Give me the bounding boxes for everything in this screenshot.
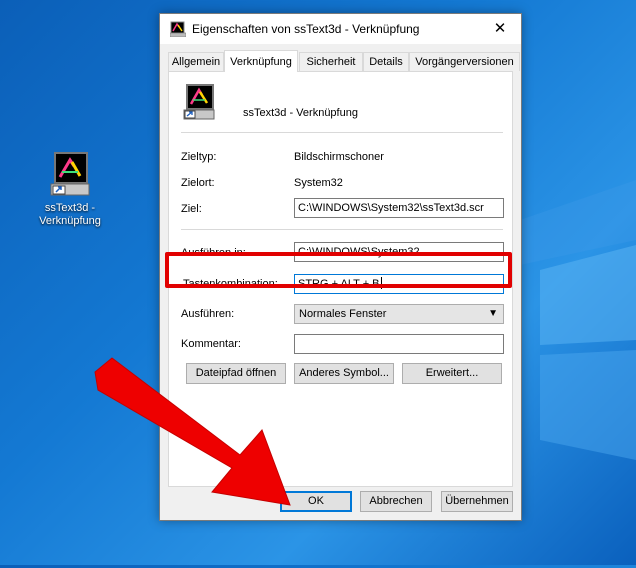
screensaver-monitor-icon xyxy=(50,152,90,198)
dialog-titlebar[interactable]: Eigenschaften von ssText3d - Verknüpfung… xyxy=(160,14,521,44)
apply-button[interactable]: Übernehmen xyxy=(441,491,513,512)
desktop-icon-label: ssText3d - Verknüpfung xyxy=(39,202,101,227)
close-icon[interactable]: ✕ xyxy=(479,14,521,44)
separator xyxy=(181,229,503,230)
change-icon-button[interactable]: Anderes Symbol... xyxy=(294,363,394,384)
tab-verknuepfung[interactable]: Verknüpfung xyxy=(224,50,298,72)
shortcut-name: ssText3d - Verknüpfung xyxy=(243,107,358,119)
cancel-button[interactable]: Abbrechen xyxy=(360,491,432,512)
ausfuehren-select[interactable]: Normales Fenster ▼ xyxy=(294,304,504,324)
shortcut-screensaver-icon xyxy=(183,84,215,120)
ausfuehren-selected-value: Normales Fenster xyxy=(299,308,387,320)
app-screensaver-icon xyxy=(169,21,187,38)
tab-vorgaengerversionen[interactable]: Vorgängerversionen xyxy=(409,52,520,71)
kommentar-input[interactable] xyxy=(294,334,504,354)
zieltyp-label: Zieltyp: xyxy=(181,151,217,163)
ausfuehren-label: Ausführen: xyxy=(181,308,235,320)
chevron-down-icon: ▼ xyxy=(488,308,498,319)
open-file-location-button[interactable]: Dateipfad öffnen xyxy=(186,363,286,384)
tab-sicherheit[interactable]: Sicherheit xyxy=(299,52,363,71)
separator xyxy=(181,132,503,133)
zieltyp-value: Bildschirmschoner xyxy=(294,151,384,163)
advanced-button[interactable]: Erweitert... xyxy=(402,363,502,384)
zielort-value: System32 xyxy=(294,177,343,189)
ziel-label: Ziel: xyxy=(181,203,202,215)
ziel-input[interactable]: C:\WINDOWS\System32\ssText3d.scr xyxy=(294,198,504,218)
kommentar-label: Kommentar: xyxy=(181,338,241,350)
zielort-label: Zielort: xyxy=(181,177,215,189)
desktop-shortcut-icon[interactable]: ssText3d - Verknüpfung xyxy=(32,152,108,228)
highlight-frame xyxy=(165,252,512,288)
tab-details[interactable]: Details xyxy=(363,52,409,71)
ok-button[interactable]: OK xyxy=(280,491,352,512)
dialog-title: Eigenschaften von ssText3d - Verknüpfung xyxy=(192,22,420,36)
tab-allgemein[interactable]: Allgemein xyxy=(168,52,224,71)
